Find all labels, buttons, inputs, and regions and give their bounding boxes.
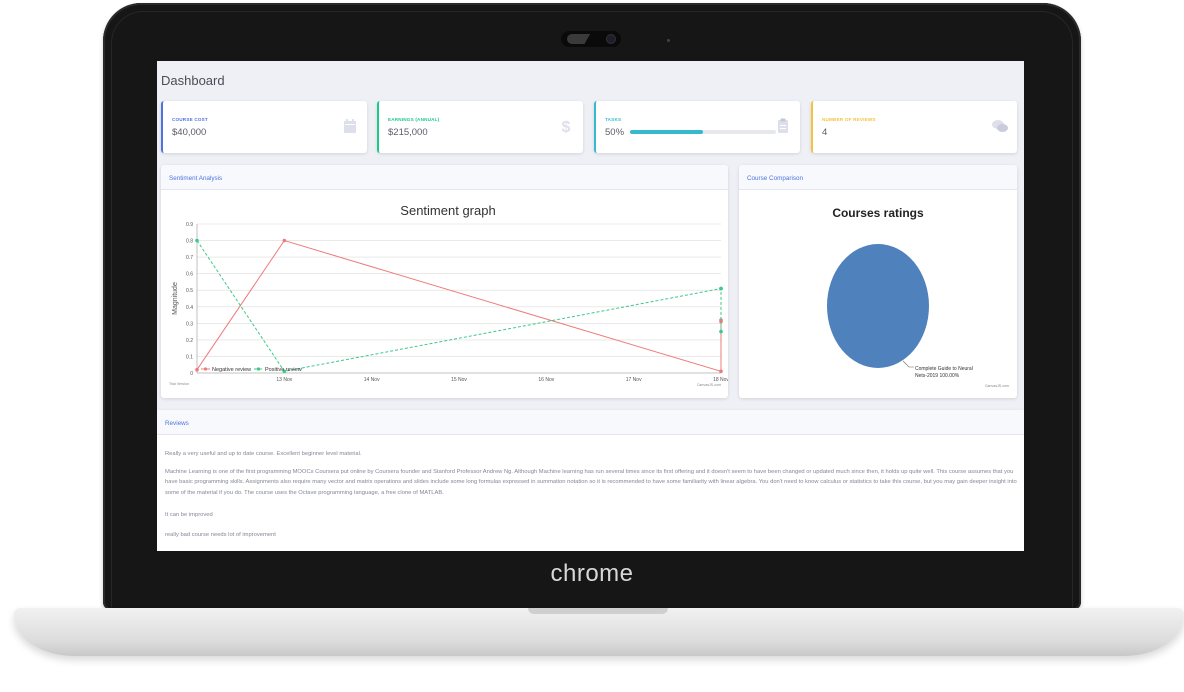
- stat-label: NUMBER OF REVIEWS: [822, 117, 876, 122]
- legend-label: Negative review: [212, 367, 251, 373]
- review-item: Really a very useful and up to date cour…: [165, 451, 362, 457]
- y-tick-label: 0.5: [186, 288, 193, 294]
- stat-value: 50%: [605, 127, 625, 138]
- y-tick-label: 0: [190, 371, 193, 377]
- review-item: It can be improved: [165, 512, 213, 518]
- x-tick-label: 13 Nov: [276, 377, 292, 383]
- course-cost-card: COURSE COST $40,000: [161, 101, 367, 153]
- pie-slice: [827, 244, 929, 368]
- progress-fill: [630, 130, 703, 134]
- y-tick-label: 0.9: [186, 222, 193, 228]
- reviews-count-card: NUMBER OF REVIEWS 4: [811, 101, 1017, 153]
- tasks-progress-bar: [630, 130, 776, 134]
- chart-title: Courses ratings: [832, 206, 924, 220]
- chart-title: Sentiment graph: [400, 203, 495, 218]
- tasks-card: TASKS 50%: [594, 101, 800, 153]
- canvasjs-credit: CanvasJS.com: [697, 383, 721, 387]
- data-point: [195, 238, 199, 243]
- review-item: Machine Learning is one of the first pro…: [165, 469, 1017, 496]
- svg-text:$: $: [562, 119, 571, 135]
- calendar-icon: [344, 119, 356, 133]
- slice-label: Nets-2019 100.00%: [915, 373, 960, 379]
- webcam-lens: [607, 35, 615, 43]
- x-tick-label: 14 Nov: [364, 377, 380, 383]
- legend-marker: [203, 367, 208, 371]
- stat-value: 4: [822, 127, 828, 138]
- y-tick-label: 0.3: [186, 321, 193, 327]
- data-point: [719, 329, 723, 334]
- data-point: [719, 369, 723, 374]
- y-tick-label: 0.4: [186, 305, 193, 311]
- y-tick-label: 0.2: [186, 338, 193, 344]
- legend-label: Positive review: [265, 367, 302, 373]
- y-tick-label: 0.7: [186, 255, 193, 261]
- courses-ratings-chart: Courses ratings Complete Guide to NeuralN…: [827, 206, 1009, 388]
- panel-title: Sentiment Analysis: [161, 165, 728, 190]
- device-brand-logo: chrome: [550, 560, 634, 587]
- webcam-icon: [561, 31, 621, 47]
- slice-label: Complete Guide to Neural: [915, 366, 973, 372]
- y-tick-label: 0.6: [186, 272, 193, 278]
- camera-led: [667, 39, 670, 42]
- stat-value: $215,000: [388, 127, 428, 138]
- earnings-card: EARNINGS (ANNUAL) $215,000 $: [377, 101, 583, 153]
- data-point: [195, 367, 199, 372]
- x-tick-label: 17 Nov: [626, 377, 642, 383]
- dollar-icon: $: [562, 119, 571, 135]
- stat-label: EARNINGS (ANNUAL): [388, 117, 440, 122]
- canvasjs-credit: CanvasJS.com: [985, 384, 1009, 388]
- webcam-shutter: [567, 34, 603, 44]
- page-title: Dashboard: [161, 73, 225, 88]
- comments-icon: [992, 120, 1008, 132]
- slice-leader-line: [902, 360, 914, 368]
- reviews-panel: Reviews Really a very useful and up to d…: [157, 410, 1024, 551]
- stat-value: $40,000: [172, 127, 207, 138]
- trial-version-label: Trial Version: [169, 382, 189, 386]
- data-point: [719, 286, 723, 291]
- sentiment-analysis-panel: Sentiment Analysis Sentiment graph 0 0.1 0.…: [161, 165, 728, 398]
- stat-label: COURSE COST: [172, 117, 208, 122]
- legend-marker: [256, 367, 261, 371]
- review-item: really bad course needs lot of improveme…: [165, 532, 276, 538]
- y-axis-label: Magnitude: [172, 282, 179, 315]
- y-tick-label: 0.1: [186, 354, 193, 360]
- series-line: [196, 239, 722, 373]
- laptop-base: [14, 608, 1184, 656]
- series-line: [196, 240, 722, 372]
- clipboard-icon: [778, 118, 788, 133]
- x-tick-label: 15 Nov: [451, 377, 467, 383]
- screen: Dashboard COURSE COST $40,000 EARNINGS (…: [157, 61, 1024, 551]
- y-tick-label: 0.8: [186, 239, 193, 245]
- stat-label: TASKS: [605, 117, 622, 122]
- base-notch: [528, 608, 668, 614]
- data-point: [282, 238, 287, 243]
- sentiment-chart: Sentiment graph 0 0.1 0.2 0.3 0.4 0.5 0.6 0.7 0.8…: [169, 203, 728, 387]
- course-comparison-panel: Course Comparison Courses ratings Complet…: [739, 165, 1017, 398]
- panel-title: Reviews: [157, 410, 1024, 435]
- panel-title: Course Comparison: [739, 165, 1017, 190]
- x-tick-label: 16 Nov: [538, 377, 554, 383]
